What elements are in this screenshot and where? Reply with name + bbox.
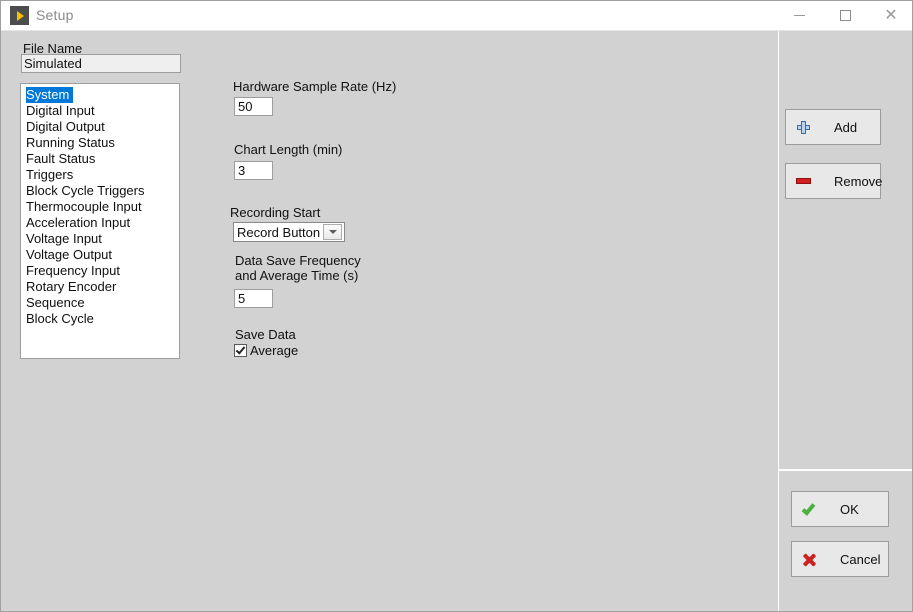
maximize-icon (839, 10, 851, 21)
ok-button[interactable]: OK (791, 491, 889, 527)
panel-divider-horizontal (779, 469, 912, 471)
average-checkbox-label: Average (250, 343, 299, 358)
list-item[interactable]: Digital Input (21, 103, 179, 119)
sidebar-item-system[interactable]: System (26, 87, 74, 103)
data-save-label-line1: Data Save Frequency (235, 253, 361, 268)
save-data-label: Save Data (235, 327, 296, 342)
sample-rate-label: Hardware Sample Rate (Hz) (233, 79, 397, 94)
minimize-button[interactable] (776, 1, 822, 30)
list-item[interactable]: Rotary Encoder (21, 279, 179, 295)
list-item[interactable]: Fault Status (21, 151, 179, 167)
ok-button-label: OK (840, 501, 859, 517)
add-button-label: Add (834, 119, 858, 135)
add-button[interactable]: Add (785, 109, 881, 145)
average-checkbox-row[interactable]: Average (234, 343, 298, 358)
list-item[interactable]: Triggers (21, 167, 179, 183)
title-bar: Setup ✕ (1, 1, 912, 31)
list-item[interactable]: System (21, 87, 179, 103)
setup-window: Setup ✕ File Name Simulated System Digit… (0, 0, 913, 612)
check-icon (235, 344, 246, 355)
file-name-input[interactable]: Simulated (21, 54, 181, 73)
minus-icon (786, 178, 820, 184)
close-button[interactable]: ✕ (868, 1, 912, 30)
window-title: Setup (36, 7, 74, 23)
check-icon (792, 500, 826, 516)
plus-icon (786, 120, 820, 134)
minimize-icon (793, 15, 805, 16)
list-item[interactable]: Digital Output (21, 119, 179, 135)
average-checkbox[interactable] (234, 344, 247, 357)
list-item[interactable]: Running Status (21, 135, 179, 151)
client-area: File Name Simulated System Digital Input… (1, 31, 912, 611)
chart-length-input[interactable]: 3 (234, 161, 273, 180)
remove-button-label: Remove (834, 173, 883, 189)
sample-rate-input[interactable]: 50 (234, 97, 273, 116)
labview-run-icon (10, 6, 29, 25)
list-item[interactable]: Acceleration Input (21, 215, 179, 231)
data-save-label-line2: and Average Time (s) (235, 268, 359, 283)
section-listbox[interactable]: System Digital Input Digital Output Runn… (20, 83, 180, 359)
close-icon: ✕ (884, 6, 898, 24)
remove-button[interactable]: Remove (785, 163, 883, 199)
list-item[interactable]: Frequency Input (21, 263, 179, 279)
chevron-down-icon[interactable] (323, 224, 342, 240)
list-item[interactable]: Voltage Input (21, 231, 179, 247)
recording-start-select[interactable]: Record Button (233, 222, 345, 242)
maximize-button[interactable] (822, 1, 868, 30)
recording-start-value: Record Button (237, 224, 321, 240)
list-item[interactable]: Sequence (21, 295, 179, 311)
list-item[interactable]: Thermocouple Input (21, 199, 179, 215)
cancel-button[interactable]: Cancel (791, 541, 889, 577)
x-icon (792, 552, 826, 567)
recording-start-label: Recording Start (230, 205, 321, 220)
list-item[interactable]: Block Cycle (21, 311, 179, 327)
data-save-input[interactable]: 5 (234, 289, 273, 308)
cancel-button-label: Cancel (840, 551, 881, 567)
list-item[interactable]: Voltage Output (21, 247, 179, 263)
panel-divider-vertical (778, 31, 779, 611)
chart-length-label: Chart Length (min) (234, 142, 343, 157)
list-item[interactable]: Block Cycle Triggers (21, 183, 179, 199)
